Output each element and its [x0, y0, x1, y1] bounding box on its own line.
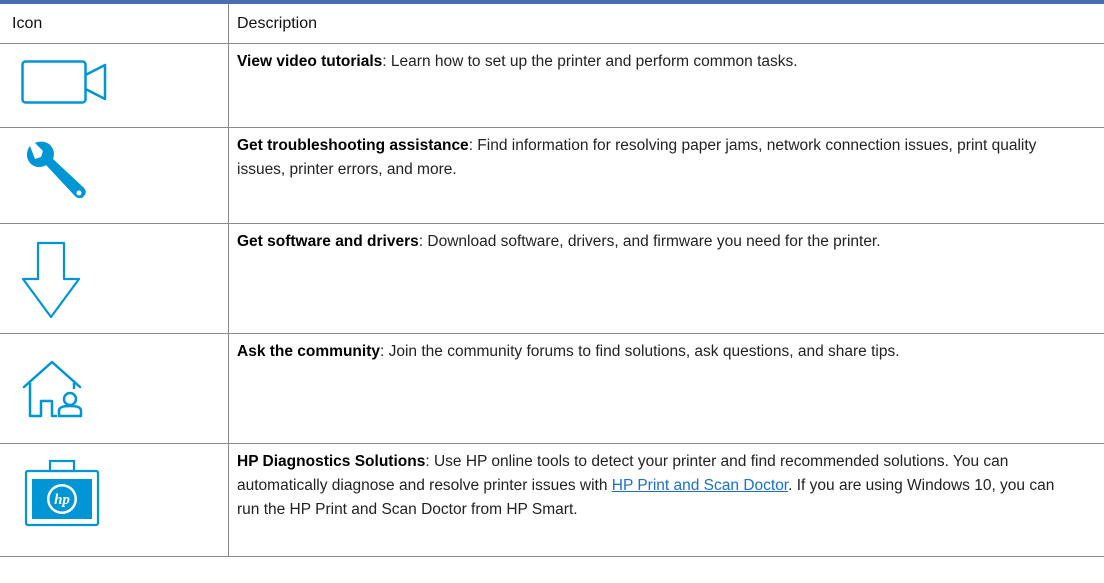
home-community-icon	[22, 360, 83, 418]
row-description: Ask the community: Join the community fo…	[237, 343, 900, 360]
table-row: View video tutorials: Learn how to set u…	[0, 44, 1104, 128]
row-description: View video tutorials: Learn how to set u…	[237, 53, 798, 70]
header-description-column: Description	[237, 14, 318, 32]
help-resources-table: Icon Description View video tutorials: L…	[0, 0, 1104, 557]
table-row: Ask the community: Join the community fo…	[0, 334, 1104, 444]
row-text: Join the community forums to find soluti…	[384, 343, 900, 360]
row-text: Download software, drivers, and firmware…	[423, 233, 881, 250]
row-term: Ask the community	[237, 343, 380, 360]
row-description: Get software and drivers: Download softw…	[237, 233, 881, 250]
video-camera-icon	[21, 60, 107, 104]
row-description: HP Diagnostics Solutions: Use HP online …	[237, 453, 1055, 518]
table-header: Icon Description	[0, 4, 1104, 44]
row-text: Learn how to set up the printer and perf…	[386, 53, 798, 70]
svg-text:hp: hp	[54, 492, 70, 508]
row-term: Get troubleshooting assistance	[237, 137, 469, 154]
table-row: Get troubleshooting assistance: Find inf…	[0, 128, 1104, 224]
table-row: hp HP Diagnostics Solutions: Use HP onli…	[0, 444, 1104, 557]
table-row: Get software and drivers: Download softw…	[0, 224, 1104, 334]
row-term: Get software and drivers	[237, 233, 419, 250]
wrench-icon	[26, 141, 86, 199]
row-term: HP Diagnostics Solutions	[237, 453, 426, 470]
header-icon-column: Icon	[0, 4, 229, 43]
row-description: Get troubleshooting assistance: Find inf…	[237, 137, 1037, 178]
hp-toolbox-icon: hp	[24, 459, 100, 527]
download-arrow-icon	[21, 241, 81, 319]
print-and-scan-doctor-link[interactable]: HP Print and Scan Doctor	[612, 477, 788, 494]
row-term: View video tutorials	[237, 53, 383, 70]
